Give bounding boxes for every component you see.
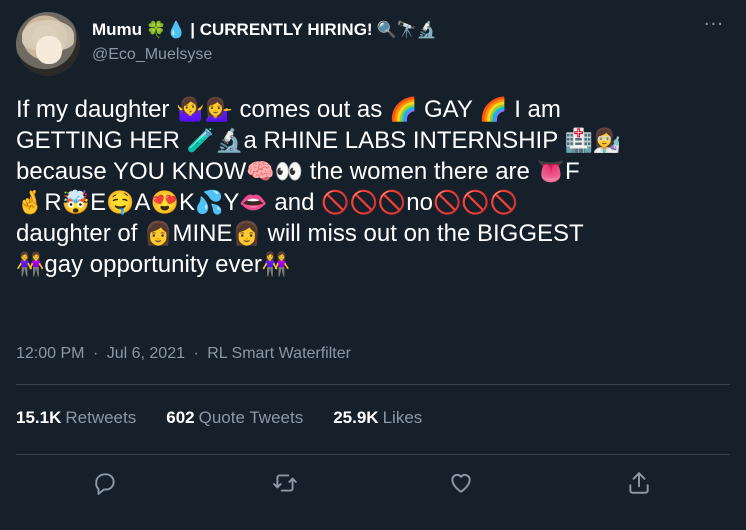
tweet-line: GETTING HER 🧪🔬a RHINE LABS INTERNSHIP 🏥👩… <box>16 125 730 156</box>
emoji-icon: 🏥👩‍🔬 <box>564 127 622 153</box>
emoji-icon: 👭 <box>16 251 45 277</box>
likes-label: Likes <box>382 408 423 427</box>
emoji-icon: 💦 <box>194 189 224 215</box>
display-name[interactable]: Mumu 🍀💧 | CURRENTLY HIRING! 🔍🔭🔬 <box>92 20 692 40</box>
tweet-text-segment: GAY <box>417 96 480 123</box>
emoji-icon: 🤯 <box>61 189 91 215</box>
share-button[interactable] <box>626 470 656 500</box>
tweet-text-segment: a RHINE LABS INTERNSHIP <box>243 127 565 154</box>
display-name-text: Mumu <box>92 20 143 39</box>
tweet-text-segment: R <box>44 189 62 216</box>
emoji-icon: 👩 <box>232 220 261 246</box>
emoji-icon: 🚫🚫🚫 <box>321 189 407 215</box>
more-options-icon[interactable]: ··· <box>704 14 724 35</box>
tweet-text-segment: GETTING HER <box>16 127 187 154</box>
avatar-face <box>36 36 62 64</box>
reply-icon <box>95 473 115 495</box>
share-icon <box>629 472 649 494</box>
divider <box>16 384 730 385</box>
emoji-icon: 🤤 <box>106 189 135 215</box>
author-handle[interactable]: @Eco_Muelsyse <box>92 46 692 64</box>
tweet-line: daughter of 👩MINE👩 will miss out on the … <box>16 218 730 249</box>
tweet-text-segment: F <box>564 158 580 185</box>
tweet-header: Mumu 🍀💧 | CURRENTLY HIRING! 🔍🔭🔬 @Eco_Mue… <box>16 12 730 82</box>
tweet-text-segment: comes out as <box>232 96 389 123</box>
tweet-line: 🤞R🤯E🤤A😍K💦Y👄 and 🚫🚫🚫no🚫🚫🚫 <box>16 187 730 218</box>
quotes-stat[interactable]: 602 Quote Tweets <box>166 408 303 428</box>
retweets-stat[interactable]: 15.1K Retweets <box>16 408 136 428</box>
like-icon <box>451 473 471 493</box>
emoji-icon: 🌈 <box>388 96 418 122</box>
tweet-text-segment: no <box>406 189 433 216</box>
tweet-date[interactable]: Jul 6, 2021 <box>107 345 185 362</box>
retweet-button[interactable] <box>272 470 302 500</box>
tweet-text-segment: If my daughter <box>16 96 177 123</box>
display-name-suffix: | CURRENTLY HIRING! <box>190 20 373 39</box>
tweet-text-segment: the women there are <box>303 158 537 185</box>
tweet-actions <box>0 470 746 500</box>
emoji-icon: 👩 <box>144 220 173 246</box>
tweet-text-segment: daughter of <box>16 220 145 247</box>
retweet-icon <box>273 474 297 492</box>
meta-separator: · <box>193 345 199 362</box>
emoji-icon: 🧪🔬 <box>186 127 244 153</box>
tweet-text-segment: and <box>267 189 322 216</box>
likes-stat[interactable]: 25.9K Likes <box>333 408 422 428</box>
tweet-line: 👭gay opportunity ever👭 <box>16 249 730 280</box>
meta-separator: · <box>92 345 99 362</box>
tweet-line: because YOU KNOW🧠👀 the women there are 👅… <box>16 156 730 187</box>
like-button[interactable] <box>448 470 478 500</box>
emoji-icon: 😍 <box>150 189 179 215</box>
tweet-text-segment: A <box>134 189 151 216</box>
avatar[interactable] <box>16 12 80 76</box>
tweet-text-segment: Y <box>223 189 240 216</box>
retweets-label: Retweets <box>65 408 137 427</box>
tweet-text-segment: MINE <box>172 220 233 247</box>
quotes-count: 602 <box>166 408 195 427</box>
emoji-icon: 👄 <box>239 189 268 215</box>
tweet-text-segment: gay opportunity ever <box>44 251 262 278</box>
emoji-icon: 🚫🚫🚫 <box>433 189 519 215</box>
tweet-line: If my daughter 🤷‍♀️💁‍♀️ comes out as 🌈 G… <box>16 94 730 125</box>
tweet-text-segment: K <box>178 189 195 216</box>
reply-button[interactable] <box>92 470 122 500</box>
divider <box>16 454 730 455</box>
tweet-time[interactable]: 12:00 PM <box>16 345 84 362</box>
emoji-icon: 🤞 <box>16 189 45 215</box>
quotes-label: Quote Tweets <box>198 408 304 427</box>
retweets-count: 15.1K <box>16 408 62 427</box>
emoji-icon: 🧠👀 <box>246 158 304 184</box>
likes-count: 25.9K <box>333 408 379 427</box>
tweet-card: Mumu 🍀💧 | CURRENTLY HIRING! 🔍🔭🔬 @Eco_Mue… <box>0 0 746 530</box>
name-emojis-icon: 🍀💧 <box>146 20 187 39</box>
tweet-text-segment: will miss out on the BIGGEST <box>260 220 584 247</box>
tweet-stats: 15.1K Retweets 602 Quote Tweets 25.9K Likes <box>16 408 422 428</box>
tweet-text-segment: E <box>90 189 107 216</box>
tweet-source[interactable]: RL Smart Waterfilter <box>207 345 351 362</box>
name-tools-icon: 🔍🔭🔬 <box>376 20 437 39</box>
author-names: Mumu 🍀💧 | CURRENTLY HIRING! 🔍🔭🔬 @Eco_Mue… <box>92 20 692 64</box>
emoji-icon: 👅 <box>536 158 565 184</box>
emoji-icon: 🌈 <box>479 96 508 122</box>
tweet-text: If my daughter 🤷‍♀️💁‍♀️ comes out as 🌈 G… <box>16 94 730 280</box>
tweet-text-segment: because YOU KNOW <box>16 158 247 185</box>
emoji-icon: 🤷‍♀️💁‍♀️ <box>176 96 233 122</box>
emoji-icon: 👭 <box>261 251 291 277</box>
tweet-meta: 12:00 PM · Jul 6, 2021 · RL Smart Waterf… <box>16 345 351 363</box>
tweet-text-segment: I am <box>507 96 561 123</box>
